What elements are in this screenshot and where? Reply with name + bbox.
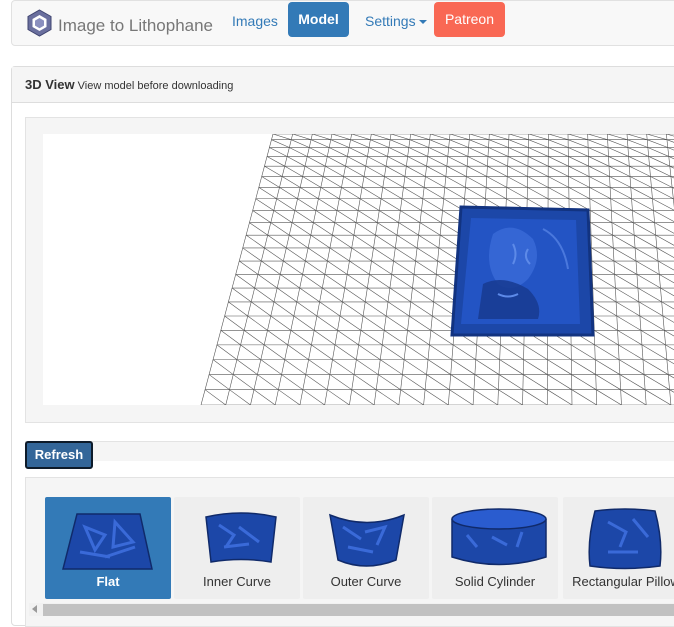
cube-logo-icon[interactable] — [27, 9, 52, 37]
refresh-button[interactable]: Refresh — [25, 441, 93, 469]
shape-label: Solid Cylinder — [454, 574, 536, 589]
panel-subtitle: View model before downloading — [77, 80, 234, 92]
ground-grid — [200, 134, 674, 405]
shape-label: Rectangular Pillow — [572, 574, 674, 589]
nav-images[interactable]: Images — [232, 13, 278, 29]
shape-label: Outer Curve — [330, 574, 402, 589]
scroll-left-arrow-icon[interactable] — [32, 605, 37, 613]
brand-title[interactable]: Image to Lithophane — [58, 16, 213, 36]
panel-title: 3D View View model before downloading — [25, 77, 233, 92]
shape-label: Inner Curve — [203, 574, 271, 589]
3d-viewport[interactable] — [43, 134, 674, 405]
navbar: Image to Lithophane Images Model Setting… — [11, 0, 674, 46]
shape-flat[interactable]: Flat — [45, 497, 171, 599]
shape-inner-curve[interactable]: Inner Curve — [174, 497, 300, 599]
caret-down-icon — [418, 20, 427, 25]
lithophane-model — [450, 205, 595, 337]
refresh-well — [25, 441, 674, 461]
shape-outer-curve[interactable]: Outer Curve — [303, 497, 429, 599]
scrollbar-thumb[interactable] — [43, 604, 674, 616]
panel-heading: 3D View View model before downloading — [12, 67, 674, 103]
nav-settings[interactable]: Settings — [365, 13, 427, 29]
shape-label: Flat — [96, 574, 120, 589]
shape-rectangular-pillow[interactable]: Rectangular Pillow — [563, 497, 674, 599]
panel-title-text: 3D View — [25, 77, 75, 92]
nav-settings-label: Settings — [365, 13, 416, 29]
nav-patreon-button[interactable]: Patreon — [434, 2, 505, 37]
shape-solid-cylinder[interactable]: Solid Cylinder — [432, 497, 558, 599]
nav-model[interactable]: Model — [288, 2, 349, 37]
